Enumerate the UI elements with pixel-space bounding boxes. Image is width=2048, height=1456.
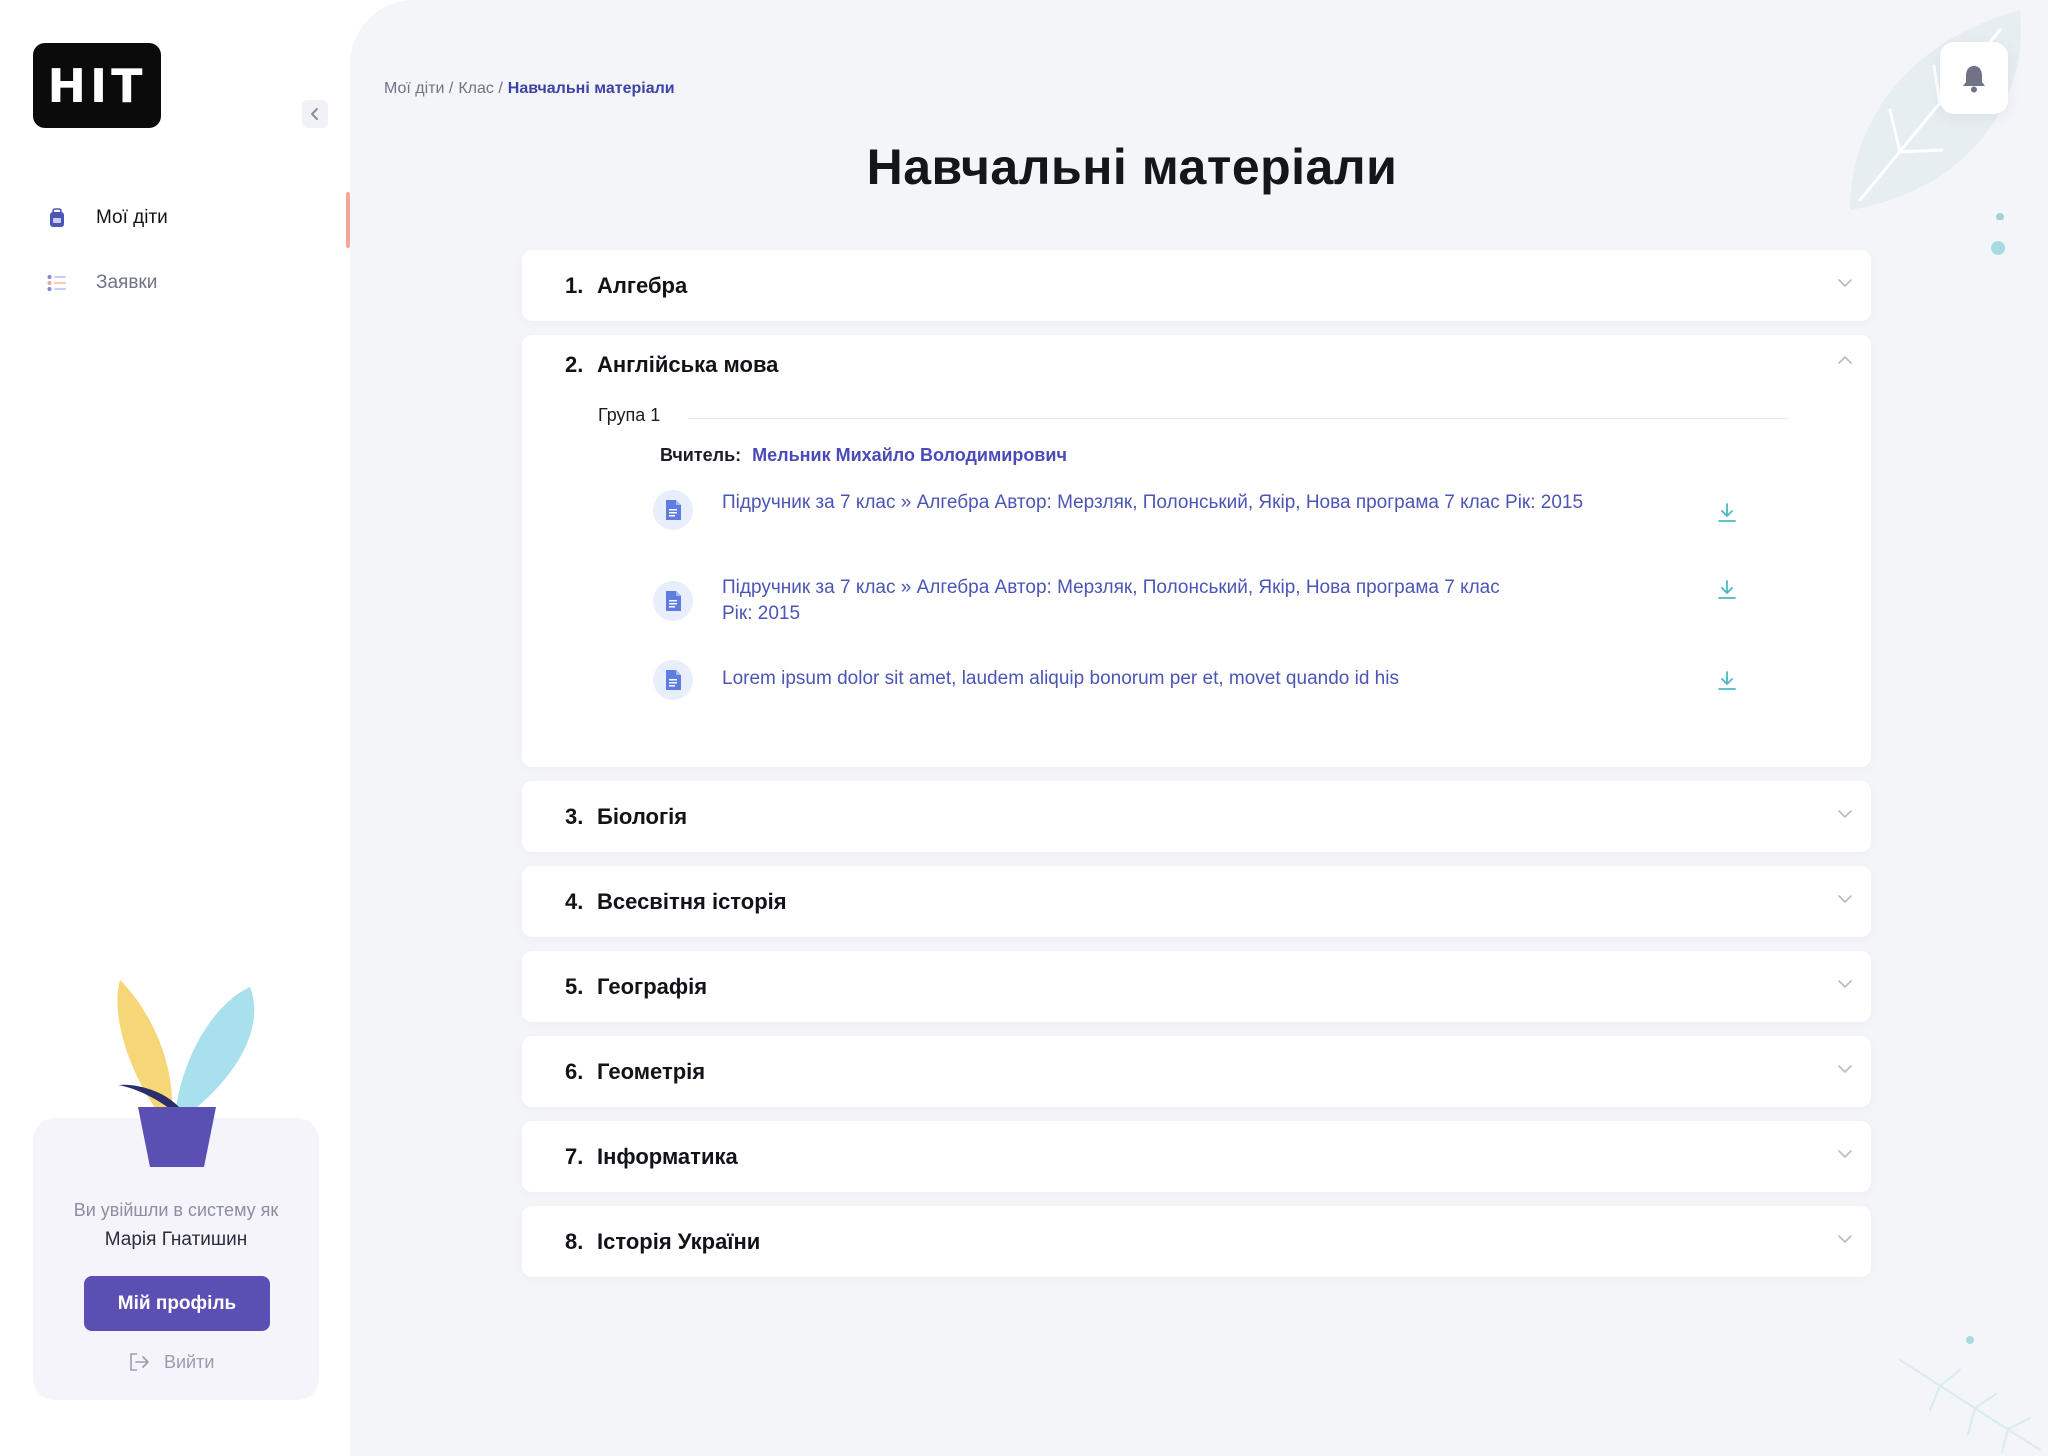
document-icon (653, 660, 693, 700)
material-item: Lorem ipsum dolor sit amet, laudem aliqu… (653, 660, 1753, 700)
backpack-icon (46, 207, 68, 229)
subject-number: 2. (565, 352, 584, 377)
user-name: Марія Гнатишин (104, 1229, 248, 1250)
subject-number: 7. (565, 1143, 584, 1169)
breadcrumb-class[interactable]: Клас / (458, 80, 502, 98)
chevron-down-icon (1838, 1150, 1852, 1158)
subject-header[interactable]: 6. Геометрія (522, 1036, 1871, 1107)
teacher-row: Вчитель: Мельник Михайло Володимирович (660, 445, 1067, 466)
subject-number: 8. (565, 1228, 584, 1254)
chevron-down-icon (1838, 810, 1852, 818)
material-title[interactable]: Підручник за 7 клас » Алгебра Автор: Мер… (722, 575, 1522, 627)
subjects-accordion: 1. Алгебра 2. Англійська мова Група 1 Вч… (522, 250, 1871, 1291)
logo-text: НІТ (47, 58, 147, 113)
teacher-name[interactable]: Мельник Михайло Володимирович (752, 445, 1067, 466)
chevron-down-icon (1838, 279, 1852, 287)
subject-header[interactable]: 7. Інформатика (522, 1121, 1871, 1192)
subject-name: Алгебра (597, 272, 688, 298)
download-button[interactable] (1715, 577, 1739, 603)
subject-header[interactable]: 2. Англійська мова (522, 335, 1871, 395)
subject-name: Геометрія (597, 1058, 706, 1084)
subject-name: Географія (597, 973, 708, 999)
subject-number: 6. (565, 1058, 584, 1084)
subject-content: Група 1 Вчитель: Мельник Михайло Володим… (522, 395, 1871, 767)
subject-header[interactable]: 3. Біологія (522, 781, 1871, 852)
subject-name: Інформатика (597, 1143, 738, 1169)
group-label: Група 1 (598, 405, 661, 425)
material-item: Підручник за 7 клас » Алгебра Автор: Мер… (653, 490, 1753, 530)
sidebar-item-requests[interactable]: Заявки (46, 265, 346, 301)
collapse-sidebar-button[interactable] (302, 100, 328, 128)
material-title[interactable]: Підручник за 7 клас » Алгебра Автор: Мер… (722, 490, 1652, 516)
subject-name: Всесвітня історія (597, 888, 787, 914)
my-profile-button[interactable]: Мій профіль (84, 1276, 270, 1331)
download-icon (1718, 580, 1736, 599)
page-title: Навчальні матеріали (866, 139, 1398, 195)
subject-world-history: 4. Всесвітня історія (522, 866, 1871, 937)
subject-name: Англійська мова (597, 352, 779, 377)
subject-informatics: 7. Інформатика (522, 1121, 1871, 1192)
subject-algebra: 1. Алгебра (522, 250, 1871, 321)
logout-icon (130, 1353, 149, 1371)
subject-header[interactable]: 4. Всесвітня історія (522, 866, 1871, 937)
divider (688, 418, 1788, 419)
subject-name: Історія України (597, 1228, 761, 1254)
chevron-left-icon (311, 108, 318, 120)
subject-header[interactable]: 8. Історія України (522, 1206, 1871, 1277)
subject-english: 2. Англійська мова Група 1 Вчитель: Мель… (522, 335, 1871, 767)
list-icon (46, 272, 68, 294)
subject-geometry: 6. Геометрія (522, 1036, 1871, 1107)
document-icon (653, 581, 693, 621)
logged-in-as-label: Ви увійшли в систему як (73, 1200, 279, 1220)
breadcrumb-current: Навчальні матеріали (507, 80, 675, 97)
sidebar: НІТ Мої діти Заявки Ви увійшли в систему… (0, 0, 350, 1456)
download-button[interactable] (1715, 500, 1739, 526)
plant-illustration (117, 980, 255, 1167)
chevron-down-icon (1838, 980, 1852, 988)
subject-header[interactable]: 5. Географія (522, 951, 1871, 1022)
group-header: Група 1 (598, 405, 1788, 426)
sidebar-item-label: Заявки (96, 272, 158, 293)
download-icon (1718, 671, 1736, 690)
download-icon (1718, 503, 1736, 522)
subject-header[interactable]: 1. Алгебра (522, 250, 1871, 321)
subject-number: 4. (565, 888, 584, 914)
breadcrumb: Мої діти / Клас / Навчальні матеріали (384, 80, 675, 98)
subject-geography: 5. Географія (522, 951, 1871, 1022)
download-button[interactable] (1715, 668, 1739, 694)
teacher-label: Вчитель: (660, 445, 742, 465)
breadcrumb-my-children[interactable]: Мої діти / (384, 80, 453, 98)
logout-label: Вийти (164, 1351, 215, 1372)
subject-history-of-ukraine: 8. Історія України (522, 1206, 1871, 1277)
subject-biology: 3. Біологія (522, 781, 1871, 852)
subject-number: 5. (565, 973, 584, 999)
sidebar-item-my-children[interactable]: Мої діти (46, 200, 346, 236)
logout-link[interactable]: Вийти (128, 1348, 214, 1376)
document-icon (653, 490, 693, 530)
material-title[interactable]: Lorem ipsum dolor sit amet, laudem aliqu… (722, 666, 1652, 692)
main-panel: Мої діти / Клас / Навчальні матеріали На… (350, 0, 2048, 1456)
subject-number: 3. (565, 803, 584, 829)
bell-icon (1963, 66, 1985, 93)
notifications-button[interactable] (1940, 42, 2008, 114)
leaf-decoration (350, 0, 480, 80)
subject-number: 1. (565, 272, 584, 298)
material-item: Підручник за 7 клас » Алгебра Автор: Мер… (653, 575, 1753, 627)
chevron-up-icon (1838, 356, 1852, 364)
chevron-down-icon (1838, 895, 1852, 903)
logo[interactable]: НІТ (33, 43, 161, 128)
subject-name: Біологія (597, 803, 688, 829)
leaf-decoration (1899, 1336, 2041, 1453)
dot-decoration (1991, 241, 2005, 255)
chevron-down-icon (1838, 1235, 1852, 1243)
sidebar-item-label: Мої діти (96, 207, 168, 228)
chevron-down-icon (1838, 1065, 1852, 1073)
